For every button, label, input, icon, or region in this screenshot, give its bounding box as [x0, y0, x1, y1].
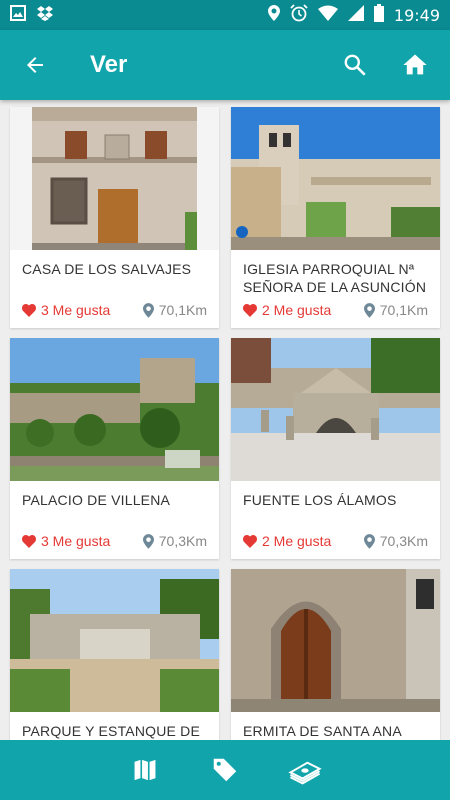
- app-bar: Ver: [0, 30, 450, 100]
- like-button[interactable]: 2 Me gusta: [243, 302, 331, 318]
- place-title: PARQUE Y ESTANQUE DE: [22, 723, 201, 739]
- place-photo: [10, 569, 219, 712]
- distance: 70,1Km: [142, 302, 207, 318]
- home-icon: [403, 54, 427, 75]
- place-photo: [231, 107, 440, 250]
- like-count: 2 Me gusta: [262, 533, 332, 549]
- place-photo: [10, 107, 219, 250]
- distance-value: 70,1Km: [379, 302, 428, 318]
- place-card[interactable]: CASA DE LOS SALVAJES 3 Me gusta 70,1Km: [10, 107, 219, 328]
- back-arrow-icon: [27, 57, 43, 73]
- place-card[interactable]: PALACIO DE VILLENA 3 Me gusta 70,3Km: [10, 338, 219, 559]
- place-title: IGLESIA PARROQUIAL Nª SEÑORA DE LA ASUNC…: [243, 261, 427, 295]
- like-count: 3 Me gusta: [41, 302, 111, 318]
- place-photo: [10, 338, 219, 481]
- distance-value: 70,1Km: [158, 302, 207, 318]
- distance-value: 70,3Km: [379, 533, 428, 549]
- location-icon: [267, 4, 280, 26]
- place-title: ERMITA DE SANTA ANA: [243, 723, 402, 739]
- dropbox-icon: [36, 5, 54, 26]
- like-button[interactable]: 3 Me gusta: [22, 302, 110, 318]
- heart-icon: [243, 534, 257, 548]
- heart-icon: [22, 534, 36, 548]
- place-title: PALACIO DE VILLENA: [22, 492, 171, 508]
- place-card[interactable]: FUENTE LOS ÁLAMOS 2 Me gusta 70,3Km: [231, 338, 440, 559]
- like-button[interactable]: 3 Me gusta: [22, 533, 110, 549]
- status-bar: 19:49: [0, 0, 450, 30]
- location-pin-icon: [142, 302, 154, 318]
- page-title: Ver: [90, 51, 128, 78]
- image-icon: [10, 4, 26, 26]
- distance: 70,3Km: [142, 533, 207, 549]
- distance-value: 70,3Km: [158, 533, 207, 549]
- like-button[interactable]: 2 Me gusta: [243, 533, 331, 549]
- tag-button[interactable]: [200, 745, 250, 795]
- place-photo: [231, 569, 440, 712]
- place-title: FUENTE LOS ÁLAMOS: [243, 492, 397, 508]
- content-list[interactable]: CASA DE LOS SALVAJES 3 Me gusta 70,1Km I…: [0, 100, 450, 740]
- tag-icon: [213, 758, 237, 782]
- bottom-nav: [0, 740, 450, 800]
- like-count: 2 Me gusta: [262, 302, 332, 318]
- place-card[interactable]: ERMITA DE SANTA ANA: [231, 569, 440, 740]
- money-button[interactable]: [280, 745, 330, 795]
- back-button[interactable]: [0, 30, 70, 100]
- place-title: CASA DE LOS SALVAJES: [22, 261, 192, 277]
- search-button[interactable]: [325, 30, 385, 100]
- wifi-icon: [317, 5, 338, 26]
- distance: 70,3Km: [363, 533, 428, 549]
- like-count: 3 Me gusta: [41, 533, 111, 549]
- cell-signal-icon: [347, 4, 364, 26]
- map-icon: [132, 757, 158, 783]
- distance: 70,1Km: [363, 302, 428, 318]
- battery-icon: [373, 3, 384, 27]
- home-button[interactable]: [385, 30, 445, 100]
- status-time: 19:49: [393, 5, 440, 25]
- place-card[interactable]: IGLESIA PARROQUIAL Nª SEÑORA DE LA ASUNC…: [231, 107, 440, 328]
- heart-icon: [22, 303, 36, 317]
- search-icon: [344, 54, 366, 76]
- place-card[interactable]: PARQUE Y ESTANQUE DE: [10, 569, 219, 740]
- location-pin-icon: [363, 302, 375, 318]
- alarm-icon: [290, 3, 308, 27]
- location-pin-icon: [142, 533, 154, 549]
- map-button[interactable]: [120, 745, 170, 795]
- place-photo: [231, 338, 440, 481]
- money-icon: [288, 761, 322, 785]
- heart-icon: [243, 303, 257, 317]
- location-pin-icon: [363, 533, 375, 549]
